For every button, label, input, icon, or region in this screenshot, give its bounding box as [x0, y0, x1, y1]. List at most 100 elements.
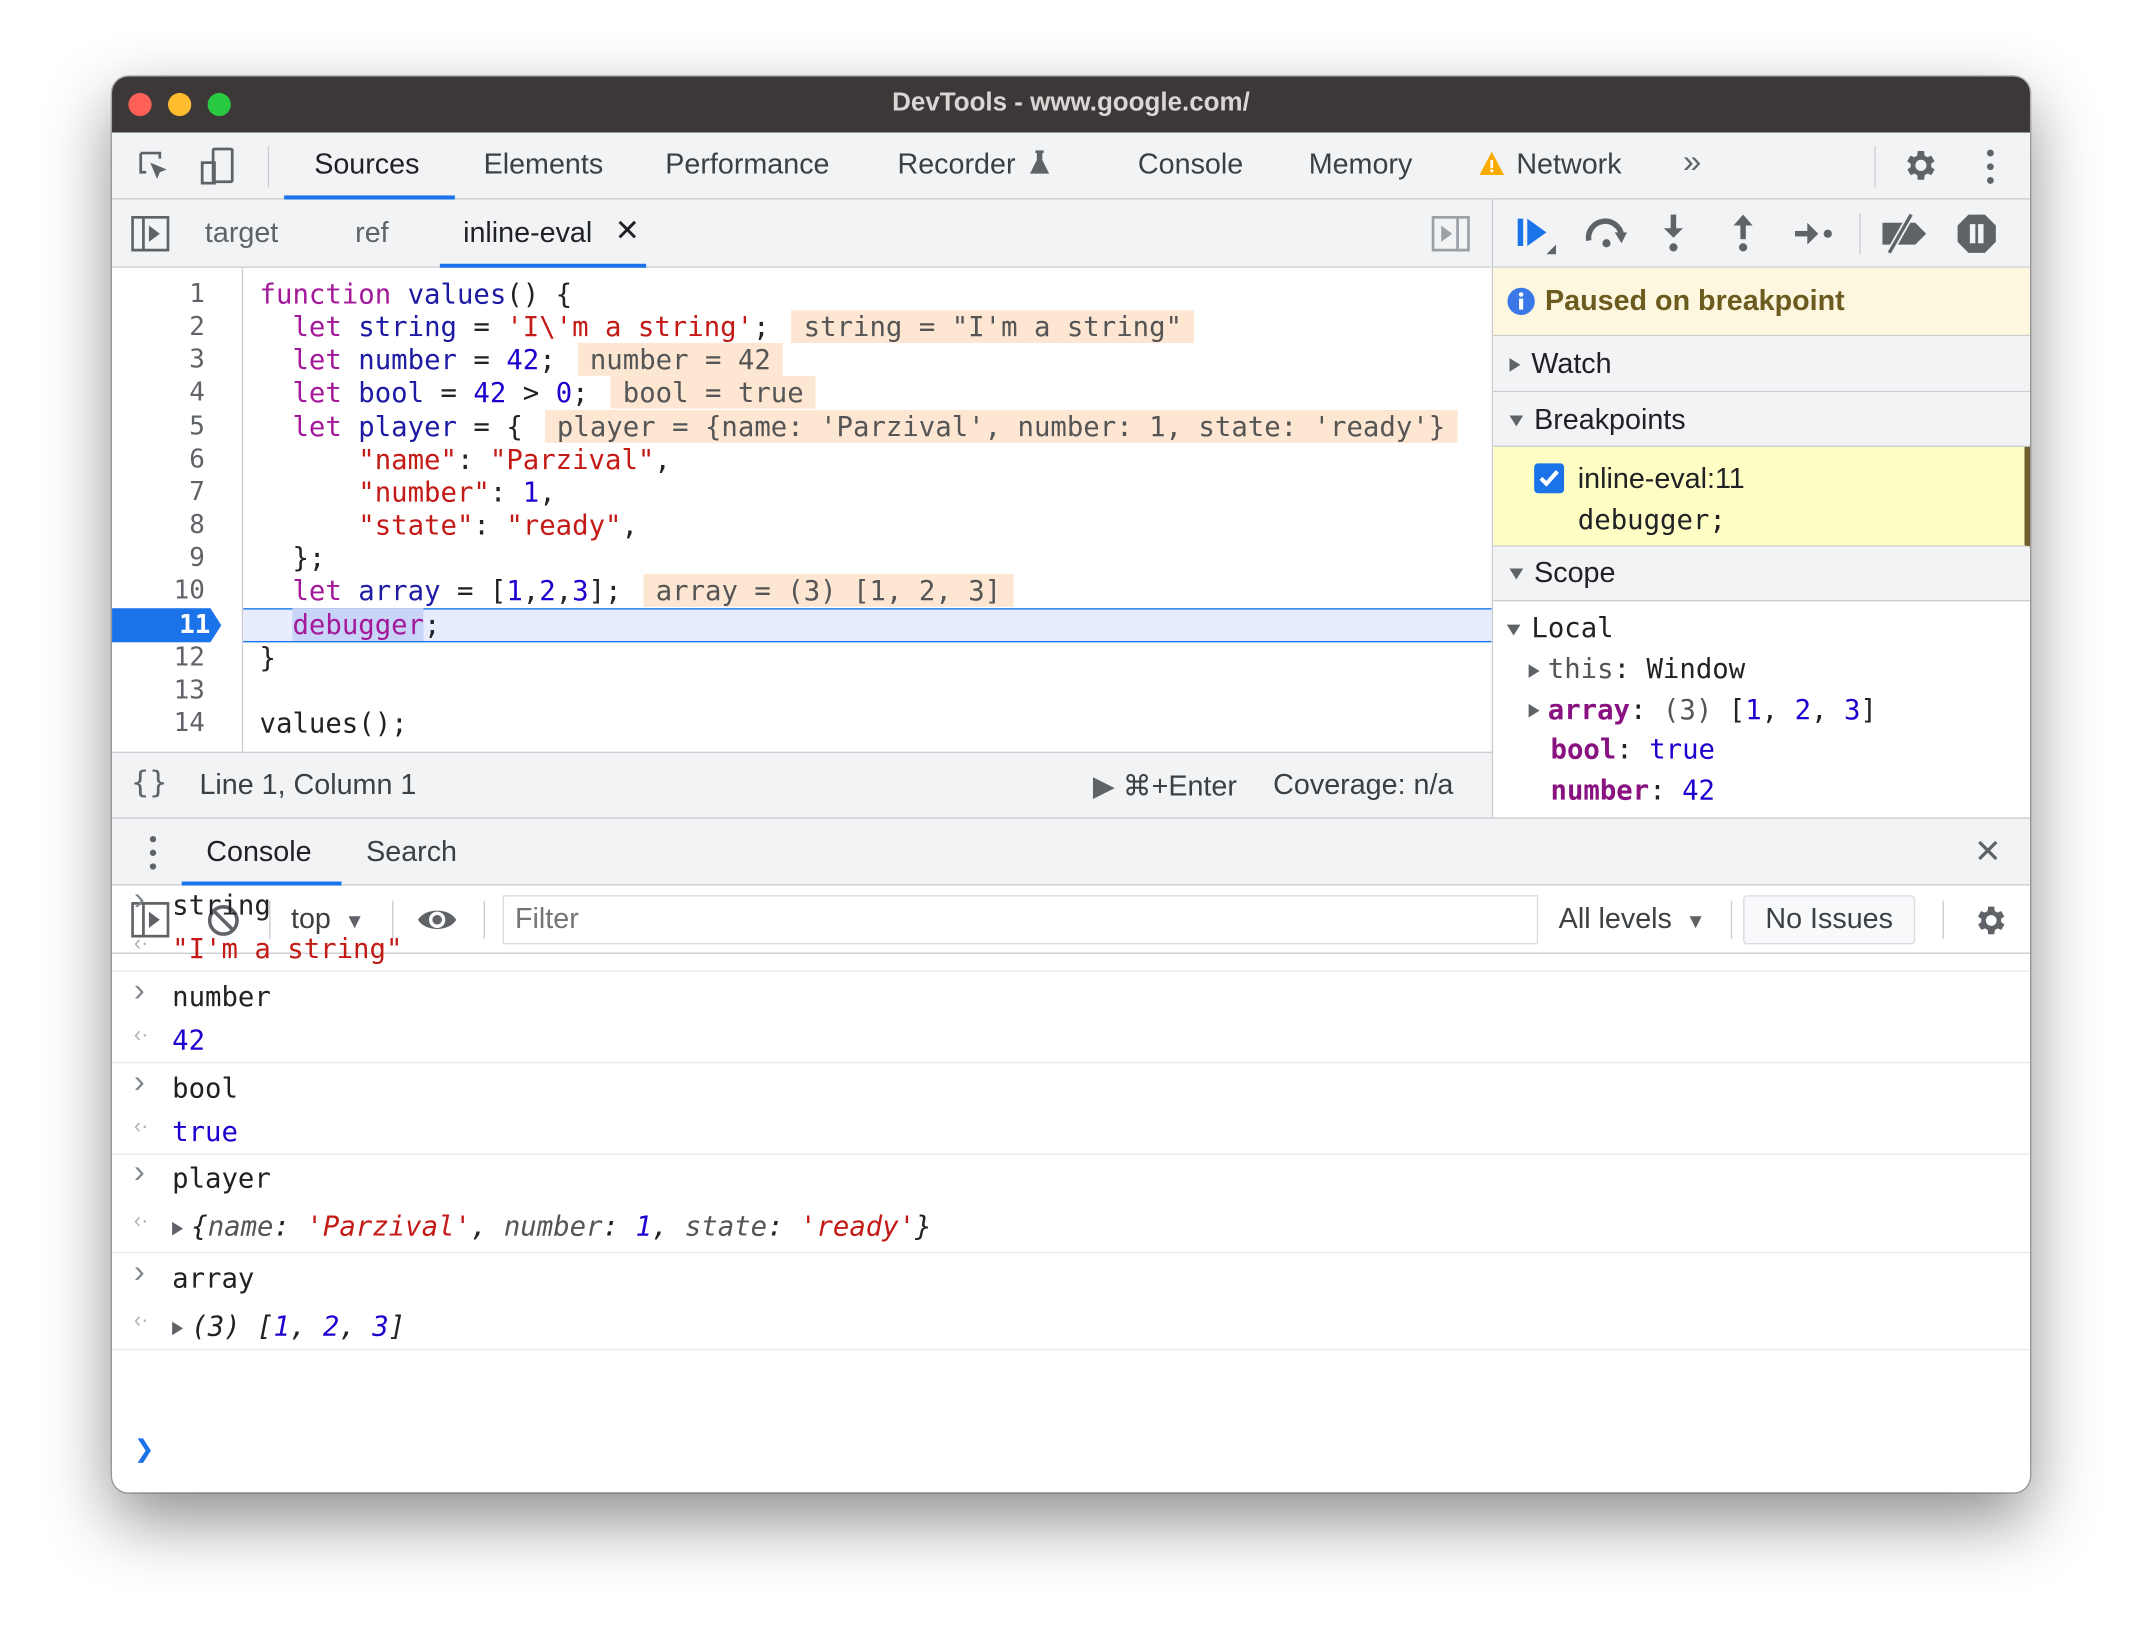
toggle-navigator-icon[interactable] [131, 215, 170, 252]
code-token: ; [753, 310, 770, 344]
line-number[interactable]: 4 [112, 376, 205, 409]
console-output: true [172, 1115, 238, 1148]
close-tab-icon[interactable]: ✕ [615, 213, 640, 249]
divider [1730, 900, 1733, 939]
line-number[interactable]: 11 [112, 607, 210, 640]
tab-elements[interactable]: Elements [484, 149, 604, 182]
console-settings-gear-icon[interactable] [1971, 902, 2008, 939]
tab-console[interactable]: Console [1138, 149, 1243, 182]
line-number[interactable]: 2 [112, 310, 205, 343]
pause-on-exceptions-icon[interactable] [1956, 213, 1997, 254]
code-token: } [259, 640, 277, 674]
settings-gear-icon[interactable] [1900, 146, 1938, 184]
scope-section-header[interactable]: Scope [1493, 546, 2030, 602]
code-token: , [654, 442, 671, 476]
code-token: > [506, 376, 556, 410]
log-levels-dropdown[interactable]: All levels ▼ [1559, 903, 1706, 936]
line-number[interactable]: 5 [112, 409, 205, 442]
pretty-print-icon[interactable]: {} [131, 767, 167, 801]
line-number[interactable]: 3 [112, 343, 205, 376]
code-line: debugger; [260, 607, 441, 641]
code-editor[interactable]: 1 2 3 4 5 6 7 8 9 10 11 12 13 14 function values() { … [112, 267, 1492, 752]
value-token: ] [1860, 692, 1877, 726]
toggle-debugger-icon[interactable] [1431, 215, 1470, 252]
console-filter-input[interactable] [502, 895, 1539, 945]
tab-memory[interactable]: Memory [1309, 149, 1413, 182]
console-output[interactable]: (3) [1, 2, 3] [172, 1309, 405, 1342]
code-token: : [473, 508, 507, 542]
more-options-icon[interactable] [1982, 148, 1998, 186]
breakpoint-location: inline-eval:11 [1577, 463, 1745, 495]
breakpoint-checkbox[interactable] [1534, 463, 1565, 494]
drawer-menu-icon[interactable] [146, 835, 160, 871]
devtools-window: DevTools - www.google.com/ Sources Eleme… [112, 76, 2030, 1493]
line-number[interactable]: 7 [112, 475, 205, 508]
line-gutter: 1 2 3 4 5 6 7 8 9 10 11 12 13 14 [112, 267, 244, 752]
step-over-icon[interactable] [1583, 216, 1629, 252]
live-expression-eye-icon[interactable] [417, 905, 458, 935]
colon: : [1616, 732, 1650, 766]
console-output: 42 [172, 1024, 205, 1057]
line-number[interactable]: 9 [112, 541, 205, 574]
tab-recorder[interactable]: Recorder [898, 149, 1052, 182]
value-token: : [273, 1209, 307, 1243]
file-tab-ref[interactable]: ref [355, 217, 388, 250]
drawer-tab-console[interactable]: Console [206, 836, 311, 869]
line-number[interactable]: 6 [112, 442, 205, 475]
file-tab-bar: target ref inline-eval ✕ [112, 199, 1492, 268]
code-token: ; [424, 607, 441, 641]
value-token: { [191, 1209, 208, 1243]
colon: : [1630, 692, 1663, 726]
code-line: } [260, 640, 276, 673]
drawer-tab-search[interactable]: Search [366, 836, 457, 869]
code-token: debugger [292, 607, 425, 641]
line-number[interactable]: 10 [112, 574, 205, 607]
watch-section-header[interactable]: Watch [1493, 336, 2030, 393]
value-token: 1 [635, 1209, 652, 1243]
scope-variable[interactable]: bool: true [1550, 733, 1715, 766]
deactivate-breakpoints-icon[interactable] [1881, 213, 1930, 255]
line-number[interactable]: 13 [112, 674, 205, 707]
output-chevron-icon: ‹· [133, 1115, 149, 1139]
resume-icon[interactable] [1515, 215, 1559, 256]
code-token: 2 [539, 574, 556, 608]
close-drawer-icon[interactable]: ✕ [1974, 832, 2001, 872]
scope-variable[interactable]: this: Window [1528, 652, 1745, 685]
code-line: "name": "Parzival", [260, 442, 671, 475]
inline-value-annotation: bool = true [610, 376, 816, 410]
issues-button[interactable]: No Issues [1743, 895, 1916, 945]
message-separator [112, 1251, 2030, 1254]
tab-sources[interactable]: Sources [314, 149, 419, 182]
divider [1859, 213, 1861, 255]
step-out-icon[interactable] [1729, 213, 1756, 254]
input-chevron-icon: › [133, 880, 145, 918]
run-snippet-button[interactable]: ▶ ⌘+Enter [1093, 769, 1237, 803]
scope-variable[interactable]: array: (3) [1, 2, 3] [1528, 692, 1877, 726]
scope-variable[interactable]: number: 42 [1550, 773, 1715, 806]
file-tab-target[interactable]: target [205, 217, 278, 250]
step-icon[interactable] [1794, 219, 1835, 249]
step-into-icon[interactable] [1660, 213, 1687, 254]
line-number[interactable]: 8 [112, 508, 205, 541]
breakpoint-item[interactable]: inline-eval:11 debugger; [1493, 446, 2030, 547]
tab-network[interactable]: Network [1478, 149, 1622, 182]
line-number[interactable]: 1 [112, 277, 205, 310]
console-input: player [172, 1161, 271, 1195]
scope-variable-name: number [1550, 772, 1650, 806]
code-token: let [292, 310, 342, 344]
device-toolbar-icon[interactable] [199, 146, 237, 187]
file-tab-inline-eval[interactable]: inline-eval [463, 217, 592, 250]
breakpoints-section-header[interactable]: Breakpoints [1493, 392, 2030, 447]
code-token: "name" [358, 442, 457, 476]
inspect-element-icon[interactable] [137, 149, 173, 185]
value-token: , [339, 1309, 373, 1343]
scope-local[interactable]: Local [1506, 611, 1614, 644]
more-tabs-chevron-icon[interactable]: » [1683, 144, 1701, 182]
line-number[interactable]: 12 [112, 640, 205, 673]
console-output[interactable]: {name: 'Parzival', number: 1, state: 're… [172, 1209, 932, 1243]
line-number[interactable]: 14 [112, 706, 205, 739]
coverage-status: Coverage: n/a [1273, 769, 1454, 801]
tab-performance[interactable]: Performance [665, 149, 829, 182]
